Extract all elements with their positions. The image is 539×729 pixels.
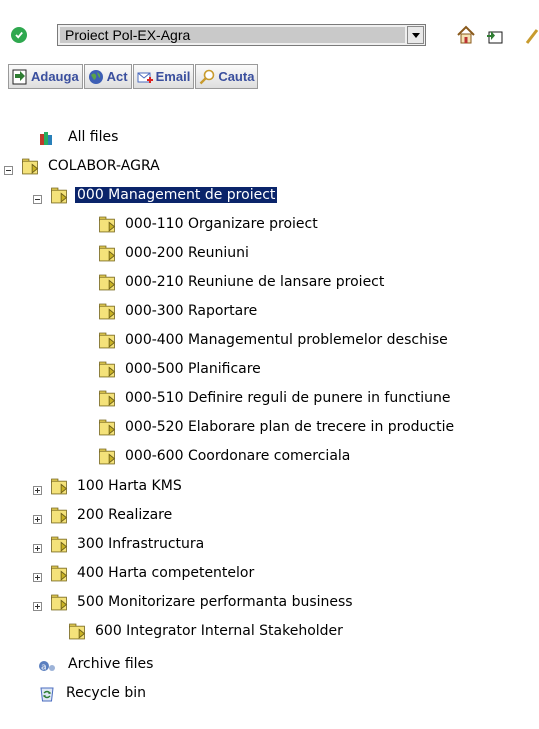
tree-item-archive[interactable]: a Archive files — [38, 652, 155, 676]
act-button[interactable]: Act — [83, 64, 132, 89]
tree-item-label: 000-110 Organizare proiect — [125, 216, 318, 232]
tree-item-label: 000-200 Reuniuni — [125, 245, 249, 261]
tree-item-label: 000-210 Reuniune de lansare proiect — [125, 274, 385, 290]
email-button-label: Email — [155, 69, 191, 84]
tree-item-label: 000-500 Planificare — [125, 361, 261, 377]
folder-arrow-icon — [69, 623, 85, 639]
project-bar: Proiect Pol-EX-Agra — [0, 0, 539, 60]
tree-item-folder-400[interactable]: 400 Harta competentelor — [49, 561, 256, 585]
tree-item-folder-100[interactable]: 100 Harta KMS — [49, 474, 184, 498]
folder-arrow-icon — [99, 390, 115, 406]
email-icon — [137, 72, 153, 83]
expand-toggle-icon[interactable] — [33, 486, 42, 495]
home-icon[interactable] — [456, 25, 476, 49]
tree-item-label: Recycle bin — [66, 685, 146, 701]
tree-item-label: 000-510 Definire reguli de punere in fun… — [125, 390, 451, 406]
search-button[interactable]: Cauta — [195, 64, 259, 89]
folder-arrow-icon — [51, 187, 67, 203]
tree-item-subfolder[interactable]: 000-500 Planificare — [97, 357, 263, 381]
search-icon — [199, 69, 215, 84]
folder-arrow-icon — [51, 507, 67, 523]
tree-item-label: 300 Infrastructura — [77, 536, 205, 552]
folder-arrow-icon — [99, 245, 115, 261]
collapse-toggle-icon[interactable] — [33, 195, 42, 204]
collapse-toggle-icon[interactable] — [4, 166, 13, 175]
tree-item-subfolder[interactable]: 000-110 Organizare proiect — [97, 212, 320, 236]
svg-text:a: a — [41, 662, 47, 672]
toolbar: Adauga Act Email Cauta — [8, 64, 259, 91]
add-button-label: Adauga — [31, 69, 79, 84]
tree-item-subfolder[interactable]: 000-210 Reuniune de lansare proiect — [97, 270, 386, 294]
tree-item-subfolder[interactable]: 000-510 Definire reguli de punere in fun… — [97, 386, 453, 410]
folder-arrow-icon — [51, 536, 67, 552]
edit-icon[interactable] — [525, 27, 539, 49]
tree-item-label: 000-400 Managementul problemelor deschis… — [125, 332, 448, 348]
tree-item-subfolder[interactable]: 000-520 Elaborare plan de trecere in pro… — [97, 415, 456, 439]
tree-item-label: 500 Monitorizare performanta business — [77, 594, 353, 610]
tree-item-label: 400 Harta competentelor — [77, 565, 255, 581]
tree-item-folder-200[interactable]: 200 Realizare — [49, 503, 174, 527]
tree-item-root[interactable]: COLABOR-AGRA — [20, 154, 162, 178]
add-folder-icon[interactable] — [485, 26, 505, 50]
folder-arrow-icon — [99, 361, 115, 377]
tree-item-folder-500[interactable]: 500 Monitorizare performanta business — [49, 590, 355, 614]
folder-arrow-icon — [99, 216, 115, 232]
tree-item-subfolder[interactable]: 000-400 Managementul problemelor deschis… — [97, 328, 450, 352]
tree-item-label: 000-600 Coordonare comerciala — [125, 448, 351, 464]
expand-toggle-icon[interactable] — [33, 602, 42, 611]
chevron-down-icon[interactable] — [407, 26, 424, 44]
books-icon — [40, 131, 52, 145]
tree-item-all-files[interactable]: All files — [38, 125, 120, 149]
folder-arrow-icon — [99, 303, 115, 319]
search-button-label: Cauta — [218, 69, 255, 84]
folder-arrow-icon — [22, 158, 38, 174]
folder-arrow-icon — [99, 332, 115, 348]
folder-arrow-icon — [51, 594, 67, 610]
act-button-label: Act — [106, 69, 128, 84]
archive-icon: a — [39, 660, 55, 672]
tree-item-folder-300[interactable]: 300 Infrastructura — [49, 532, 206, 556]
tree-item-label: Archive files — [68, 656, 154, 672]
tree-item-subfolder[interactable]: 000-300 Raportare — [97, 299, 259, 323]
tree-item-subfolder[interactable]: 000-600 Coordonare comerciala — [97, 444, 352, 468]
tree-item-label: 100 Harta KMS — [77, 478, 182, 494]
project-select-value: Proiect Pol-EX-Agra — [60, 27, 405, 43]
tree-item-folder-600[interactable]: 600 Integrator Internal Stakeholder — [67, 619, 345, 643]
tree-item-subfolder[interactable]: 000-200 Reuniuni — [97, 241, 251, 265]
tree-item-label: COLABOR-AGRA — [48, 158, 160, 174]
project-select[interactable]: Proiect Pol-EX-Agra — [57, 24, 426, 46]
add-button[interactable]: Adauga — [8, 64, 83, 89]
globe-icon — [88, 69, 103, 84]
expand-toggle-icon[interactable] — [33, 515, 42, 524]
tree-item-label: 000 Management de proiect — [75, 187, 278, 203]
tree-item-folder-000[interactable]: 000 Management de proiect — [49, 183, 278, 207]
recycle-bin-icon — [40, 687, 54, 701]
tree-item-label: All files — [68, 129, 119, 145]
tree-item-label: 000-300 Raportare — [125, 303, 258, 319]
folder-arrow-icon — [99, 419, 115, 435]
folder-arrow-icon — [51, 565, 67, 581]
tree-item-label: 600 Integrator Internal Stakeholder — [95, 623, 343, 639]
tree-item-label: 000-520 Elaborare plan de trecere in pro… — [125, 419, 455, 435]
folder-arrow-icon — [51, 478, 67, 494]
expand-toggle-icon[interactable] — [33, 544, 42, 553]
tree-item-recycle[interactable]: Recycle bin — [38, 681, 148, 705]
check-circle-icon — [11, 27, 27, 43]
email-button[interactable]: Email — [132, 64, 195, 89]
folder-arrow-icon — [99, 448, 115, 464]
folder-arrow-icon — [99, 274, 115, 290]
add-document-icon — [12, 69, 27, 84]
expand-toggle-icon[interactable] — [33, 573, 42, 582]
tree-item-label: 200 Realizare — [77, 507, 173, 523]
